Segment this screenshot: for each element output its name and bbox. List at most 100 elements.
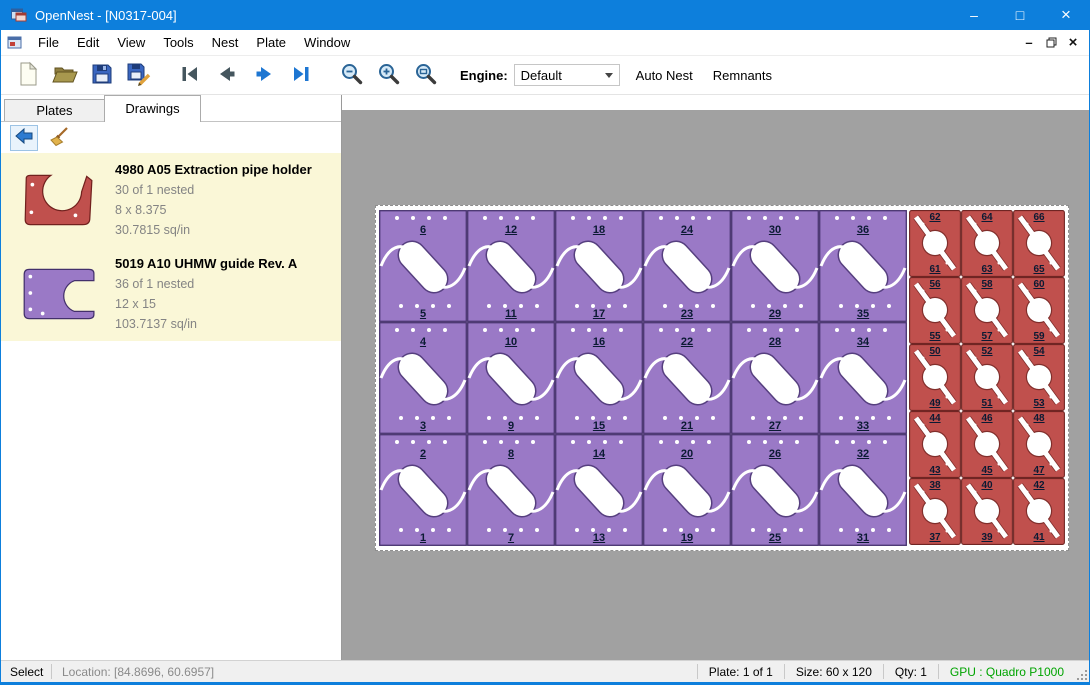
broom-icon xyxy=(48,125,70,150)
nested-part-pair[interactable]: 6463 xyxy=(961,210,1013,277)
arrow-left-icon xyxy=(13,125,35,150)
nested-part-pair[interactable]: 5857 xyxy=(961,277,1013,344)
nested-part-pair[interactable]: 4847 xyxy=(1013,411,1065,478)
menu-view[interactable]: View xyxy=(108,31,154,54)
save-button[interactable] xyxy=(83,59,120,91)
nested-part-pair[interactable]: 1211 xyxy=(467,210,555,322)
nested-part-pair[interactable]: 2625 xyxy=(731,434,819,546)
menu-tools[interactable]: Tools xyxy=(154,31,202,54)
nested-part-pair[interactable]: 6261 xyxy=(909,210,961,277)
statusbar: Select Location: [84.8696, 60.6957] Plat… xyxy=(1,660,1089,682)
close-button[interactable]: × xyxy=(1043,0,1089,30)
new-button[interactable] xyxy=(9,59,46,91)
drawing-list-item-uhmw-guide[interactable]: 5019 A10 UHMW guide Rev. A 36 of 1 neste… xyxy=(1,247,341,341)
nested-part-pair[interactable]: 1413 xyxy=(555,434,643,546)
nested-part-pair[interactable]: 3029 xyxy=(731,210,819,322)
nested-part-pair[interactable]: 5251 xyxy=(961,344,1013,411)
window-controls: – □ × xyxy=(951,0,1089,30)
drawing-nested-count: 30 of 1 nested xyxy=(115,180,312,200)
engine-value: Default xyxy=(521,68,562,83)
engine-label: Engine: xyxy=(460,68,508,83)
menu-plate[interactable]: Plate xyxy=(247,31,295,54)
zoom-in-button[interactable] xyxy=(370,59,407,91)
minimize-button[interactable]: – xyxy=(951,0,997,30)
mdi-minimize-button[interactable]: – xyxy=(1018,34,1040,52)
sidebar-tabs: Plates Drawings xyxy=(1,95,341,122)
nested-part-pair[interactable]: 21 xyxy=(379,434,467,546)
window-title: OpenNest - [N0317-004] xyxy=(35,8,177,23)
status-plate: Plate: 1 of 1 xyxy=(698,665,784,679)
drawing-nested-count: 36 of 1 nested xyxy=(115,274,297,294)
nested-part-pair[interactable]: 43 xyxy=(379,322,467,434)
previous-plate-button[interactable] xyxy=(208,59,245,91)
zoom-out-button[interactable] xyxy=(333,59,370,91)
nested-part-pair[interactable]: 4443 xyxy=(909,411,961,478)
next-arrow-icon xyxy=(252,62,276,89)
nested-part-pair[interactable]: 3433 xyxy=(819,322,907,434)
drawing-size: 8 x 8.375 xyxy=(115,200,312,220)
new-file-icon xyxy=(16,61,40,90)
part-thumbnail xyxy=(11,160,103,240)
status-location: Location: [84.8696, 60.6957] xyxy=(52,665,224,679)
nested-part-pair[interactable]: 3231 xyxy=(819,434,907,546)
sidebar: Plates Drawings xyxy=(1,95,342,660)
app-window: OpenNest - [N0317-004] – □ × File Edit V… xyxy=(0,0,1090,685)
menubar: File Edit View Tools Nest Plate Window –… xyxy=(1,30,1089,56)
menu-window[interactable]: Window xyxy=(295,31,359,54)
nested-part-pair[interactable]: 2221 xyxy=(643,322,731,434)
first-arrow-icon xyxy=(178,62,202,89)
arrow-left-button[interactable] xyxy=(10,125,38,151)
maximize-button[interactable]: □ xyxy=(997,0,1043,30)
save-icon xyxy=(90,62,114,89)
sidebar-toolbar xyxy=(1,122,341,153)
nested-part-pair[interactable]: 4645 xyxy=(961,411,1013,478)
drawing-area: 103.7137 sq/in xyxy=(115,314,297,334)
clean-button[interactable] xyxy=(45,125,73,151)
drawing-list-item-extraction-pipe-holder[interactable]: 4980 A05 Extraction pipe holder 30 of 1 … xyxy=(1,153,341,247)
mdi-close-button[interactable]: × xyxy=(1062,34,1084,52)
zoom-extents-icon xyxy=(413,61,439,90)
nested-part-pair[interactable]: 1615 xyxy=(555,322,643,434)
zoom-out-icon xyxy=(339,61,365,90)
nested-part-pair[interactable]: 2019 xyxy=(643,434,731,546)
auto-nest-button[interactable]: Auto Nest xyxy=(626,68,703,83)
nested-part-pair[interactable]: 2827 xyxy=(731,322,819,434)
save-as-button[interactable] xyxy=(120,59,157,91)
nested-part-pair[interactable]: 4039 xyxy=(961,478,1013,545)
document-icon[interactable] xyxy=(7,35,23,51)
zoom-extents-button[interactable] xyxy=(407,59,444,91)
menu-nest[interactable]: Nest xyxy=(203,31,248,54)
engine-select[interactable]: Default xyxy=(514,64,620,86)
plate[interactable]: 65 1211 1817 2423 3029 xyxy=(375,205,1069,551)
nested-part-pair[interactable]: 3837 xyxy=(909,478,961,545)
nested-part-pair[interactable]: 6665 xyxy=(1013,210,1065,277)
last-plate-button[interactable] xyxy=(282,59,319,91)
nested-part-pair[interactable]: 5049 xyxy=(909,344,961,411)
nested-part-pair[interactable]: 6059 xyxy=(1013,277,1065,344)
nested-part-pair[interactable]: 1817 xyxy=(555,210,643,322)
nested-part-pair[interactable]: 3635 xyxy=(819,210,907,322)
open-button[interactable] xyxy=(46,59,83,91)
remnants-button[interactable]: Remnants xyxy=(703,68,782,83)
nested-part-pair[interactable]: 5453 xyxy=(1013,344,1065,411)
zoom-in-icon xyxy=(376,61,402,90)
status-mode: Select xyxy=(1,665,51,679)
menu-edit[interactable]: Edit xyxy=(68,31,108,54)
first-plate-button[interactable] xyxy=(171,59,208,91)
tab-drawings[interactable]: Drawings xyxy=(104,95,201,122)
main-top-strip xyxy=(342,95,1089,110)
nested-part-pair[interactable]: 4241 xyxy=(1013,478,1065,545)
nested-part-pair[interactable]: 2423 xyxy=(643,210,731,322)
nested-part-pair[interactable]: 87 xyxy=(467,434,555,546)
mdi-restore-button[interactable] xyxy=(1040,34,1062,52)
nested-part-pair[interactable]: 65 xyxy=(379,210,467,322)
nested-part-pair[interactable]: 5655 xyxy=(909,277,961,344)
menu-file[interactable]: File xyxy=(29,31,68,54)
tab-plates[interactable]: Plates xyxy=(4,99,105,122)
nested-part-pair[interactable]: 109 xyxy=(467,322,555,434)
chevron-down-icon xyxy=(605,73,613,78)
nest-canvas[interactable]: 65 1211 1817 2423 3029 xyxy=(342,110,1089,660)
resize-grip-icon[interactable] xyxy=(1075,661,1089,682)
next-plate-button[interactable] xyxy=(245,59,282,91)
titlebar: OpenNest - [N0317-004] – □ × xyxy=(1,0,1089,30)
